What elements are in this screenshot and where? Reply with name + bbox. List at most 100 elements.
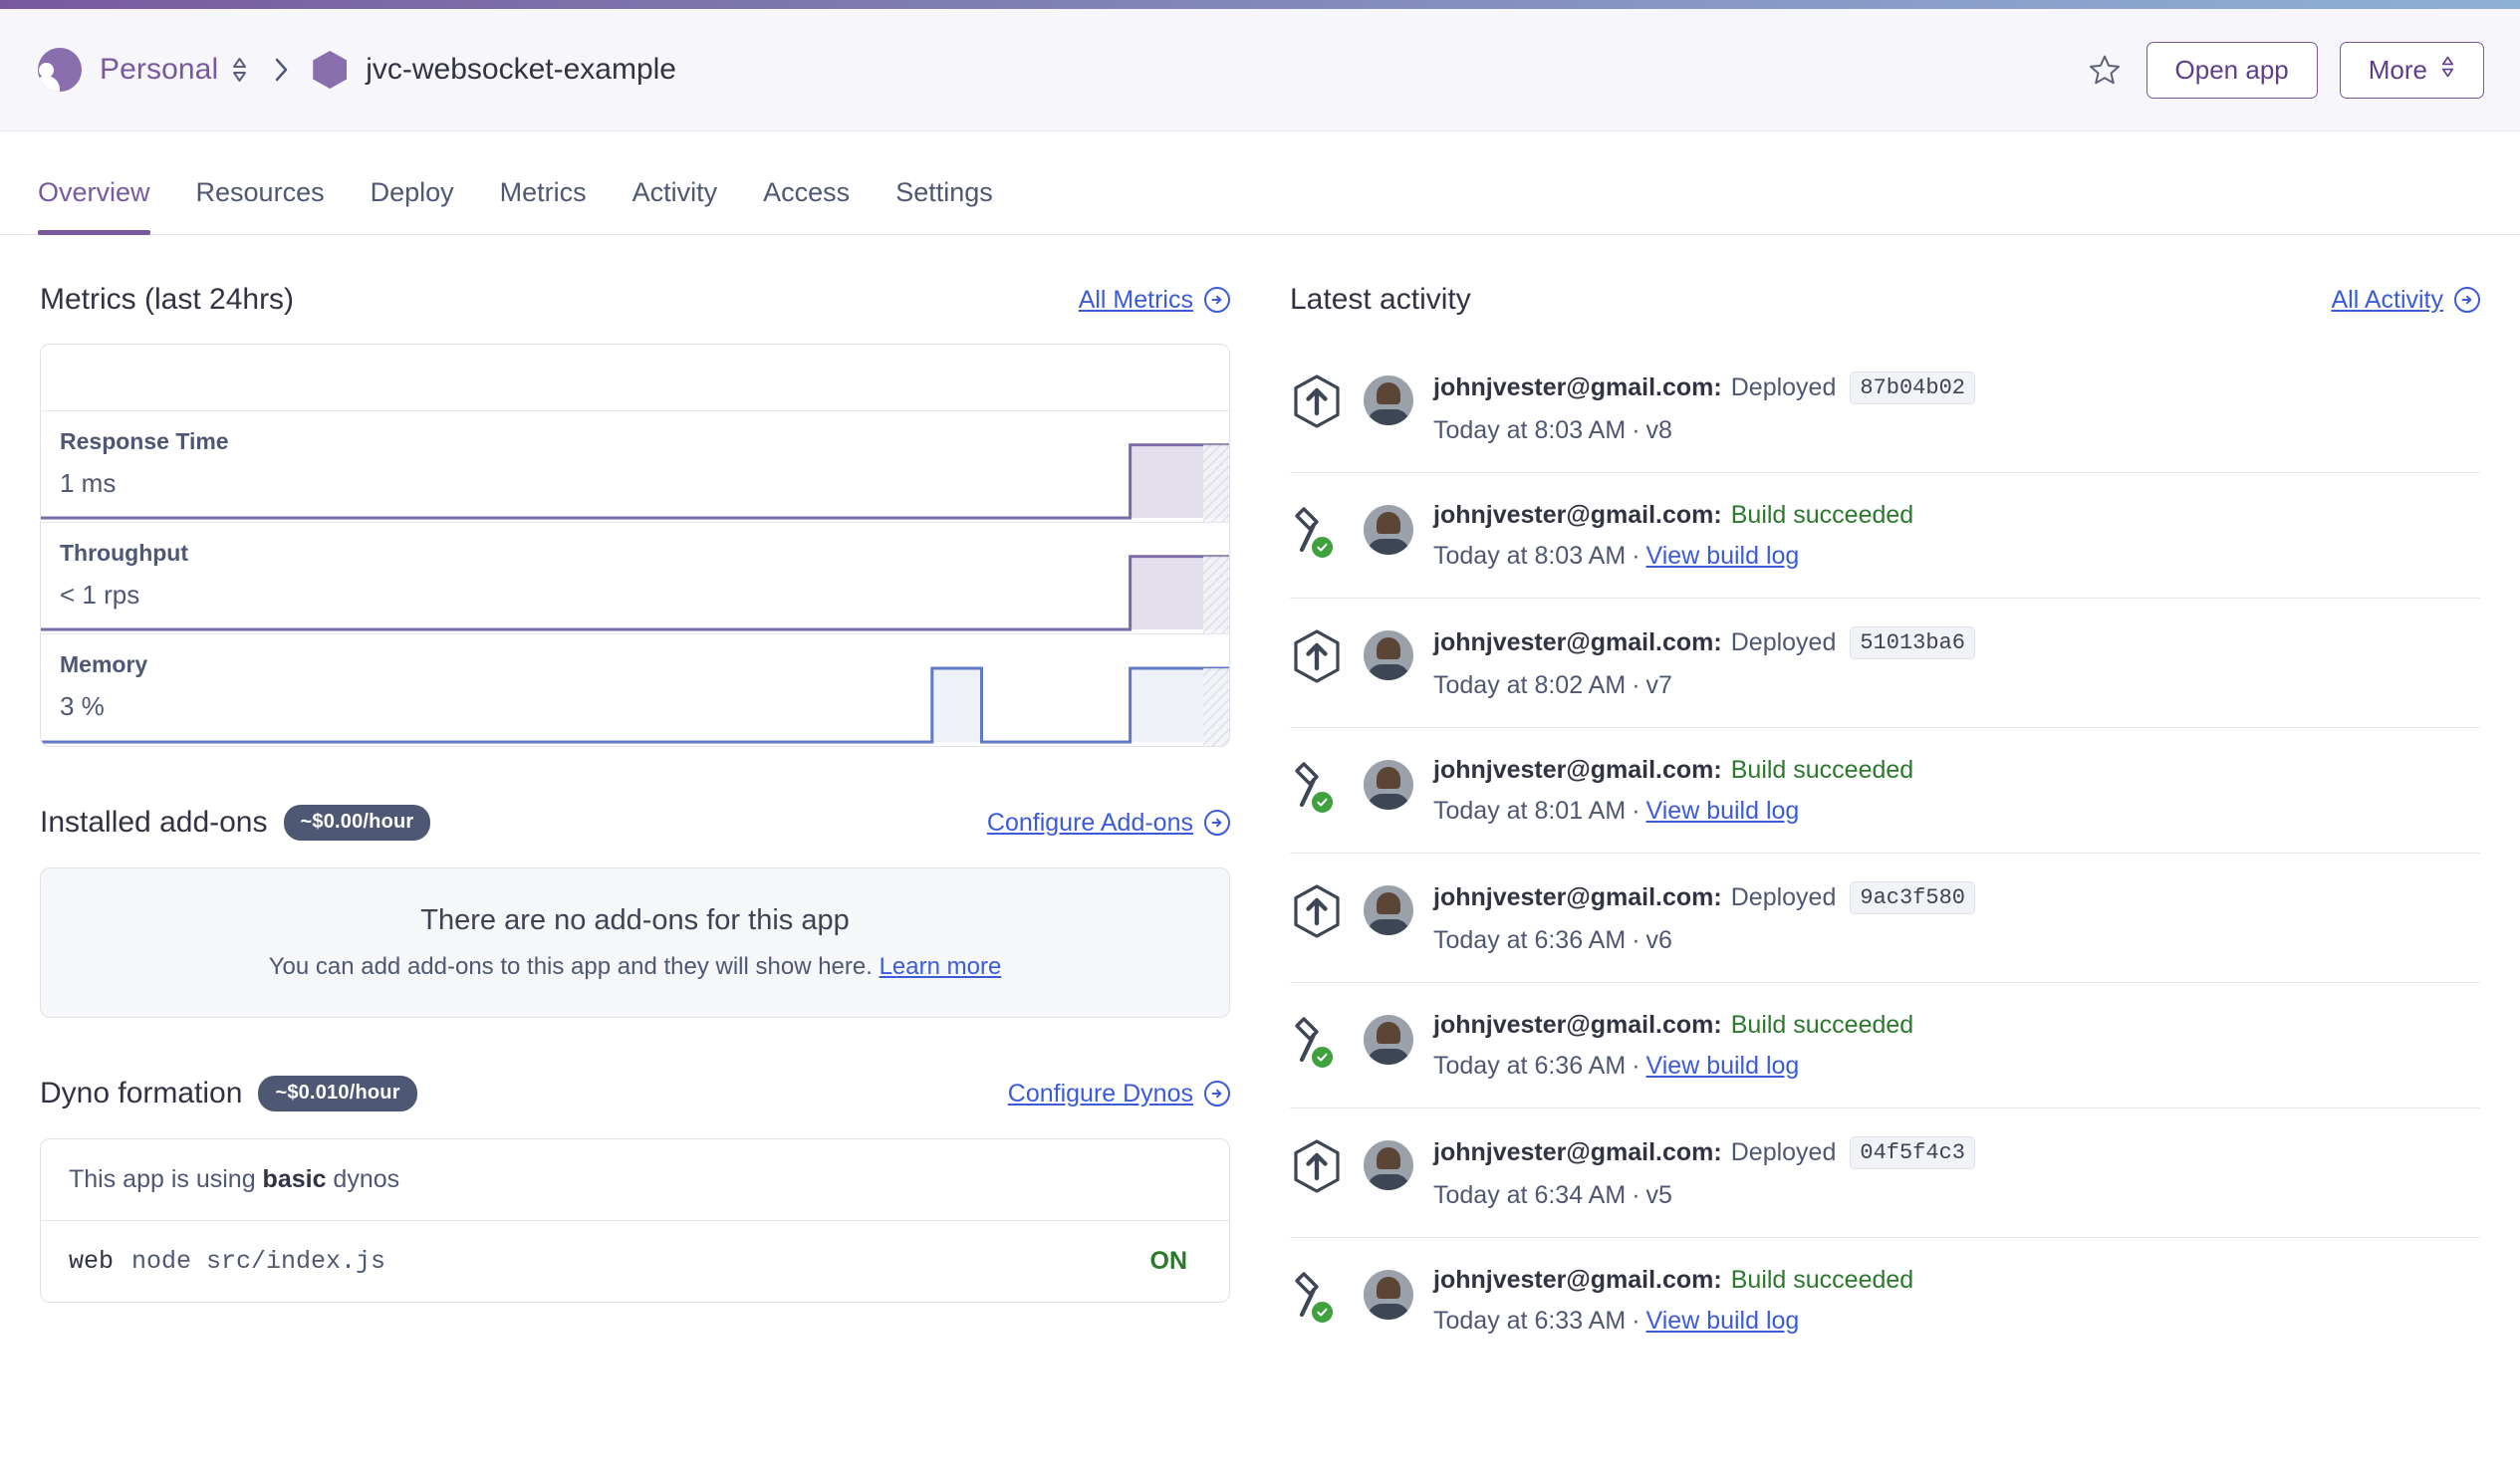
activity-timestamp: Today at 8:03 AM [1433,416,1627,444]
primary-tabs: Overview Resources Deploy Metrics Activity Ac… [0,131,2520,235]
commit-hash-badge[interactable]: 9ac3f580 [1850,881,1975,914]
avatar [1364,375,1413,425]
activity-user: johnjvester@gmail.com: [1433,373,1722,401]
deploy-hexagon-arrow-icon [1290,1138,1344,1194]
activity-user: johnjvester@gmail.com: [1433,1138,1722,1166]
all-metrics-link[interactable]: All Metrics [1079,286,1230,315]
activity-list: johnjvester@gmail.com: Deployed 87b04b02 To… [1290,344,2480,1362]
activity-verb: Build succeeded [1730,1266,1914,1294]
activity-headline: johnjvester@gmail.com: Deployed 87b04b02 [1433,371,1975,404]
build-hammer-icon [1290,503,1344,560]
activity-body: johnjvester@gmail.com: Build succeeded Tod… [1433,499,1913,571]
activity-body: johnjvester@gmail.com: Build succeeded Tod… [1433,1264,1913,1336]
breadcrumb-org-name[interactable]: Personal [100,53,218,87]
hexagon-app-icon [313,51,348,89]
activity-verb: Build succeeded [1730,756,1914,784]
configure-addons-label: Configure Add-ons [986,808,1193,837]
page-content: Metrics (last 24hrs) All Metrics Respons… [0,235,2520,1362]
metric-name: Memory [60,651,148,677]
chevron-up-down-icon[interactable] [231,56,248,84]
activity-meta: Today at 8:03 AM · View build log [1433,542,1913,571]
tab-activity[interactable]: Activity [610,177,741,234]
avatar [1364,505,1413,555]
view-build-log-link[interactable]: View build log [1646,797,1800,825]
tab-access[interactable]: Access [740,177,873,234]
deploy-hexagon-arrow-icon [1290,373,1344,429]
activity-timestamp: Today at 6:36 AM [1433,926,1627,954]
tab-settings[interactable]: Settings [873,177,1016,234]
activity-timestamp: Today at 8:03 AM [1433,542,1627,570]
meta-separator: · [1632,1307,1640,1335]
deploy-hexagon-arrow-icon [1290,883,1344,939]
tab-label: Deploy [370,177,454,207]
addons-cost-badge: ~$0.00/hour [283,805,431,841]
deploy-hexagon-arrow-icon [1290,628,1344,684]
view-build-log-link[interactable]: View build log [1646,1307,1800,1335]
open-app-button[interactable]: Open app [2145,41,2318,99]
activity-user: johnjvester@gmail.com: [1433,1266,1722,1294]
meta-separator: · [1632,926,1640,954]
configure-dynos-label: Configure Dynos [1007,1079,1193,1108]
activity-body: johnjvester@gmail.com: Deployed 9ac3f580 To… [1433,879,1975,955]
activity-headline: johnjvester@gmail.com: Build succeeded [1433,1266,1913,1295]
metric-rows: Response Time 1 ms Throughput < 1 rps Memory… [41,411,1229,746]
dyno-row[interactable]: web node src/index.js ON [41,1221,1229,1302]
release-version: v5 [1645,1181,1672,1209]
activity-verb: Build succeeded [1730,1011,1914,1039]
tab-metrics[interactable]: Metrics [477,177,610,234]
arrow-right-circle-icon [1204,287,1230,313]
commit-hash-badge[interactable]: 51013ba6 [1850,626,1975,659]
addons-empty-title: There are no add-ons for this app [420,904,850,936]
avatar [1364,1270,1413,1320]
activity-verb: Deployed [1730,373,1837,401]
page-title: jvc-websocket-example [366,53,676,86]
success-check-icon [1310,1300,1335,1325]
activity-headline: johnjvester@gmail.com: Deployed 9ac3f580 [1433,881,1975,914]
more-button[interactable]: More [2339,41,2484,99]
tab-deploy[interactable]: Deploy [348,177,477,234]
activity-headline: johnjvester@gmail.com: Deployed 04f5f4c3 [1433,1136,1975,1169]
metrics-section-header: Metrics (last 24hrs) All Metrics [40,283,1230,317]
metric-row[interactable]: Throughput < 1 rps [41,523,1229,634]
activity-verb: Deployed [1730,883,1837,911]
activity-timestamp: Today at 6:33 AM [1433,1307,1627,1335]
all-activity-label: All Activity [2331,285,2443,314]
commit-hash-badge[interactable]: 04f5f4c3 [1850,1136,1975,1169]
configure-addons-link[interactable]: Configure Add-ons [987,809,1230,838]
tab-overview[interactable]: Overview [38,177,173,235]
activity-meta: Today at 6:34 AM · v5 [1433,1181,1975,1210]
meta-separator: · [1632,416,1640,444]
activity-verb: Build succeeded [1730,501,1914,529]
build-hammer-icon [1290,1268,1344,1325]
build-hammer-icon [1290,1013,1344,1070]
addons-empty-subtitle-text: You can add add-ons to this app and they… [268,953,873,980]
configure-dynos-link[interactable]: Configure Dynos [1008,1080,1230,1108]
learn-more-link[interactable]: Learn more [880,953,1002,980]
left-column: Metrics (last 24hrs) All Metrics Respons… [40,283,1230,1362]
activity-item: johnjvester@gmail.com: Deployed 87b04b02 To… [1290,344,2480,473]
activity-user: johnjvester@gmail.com: [1433,883,1722,911]
metric-value: 1 ms [60,468,117,498]
activity-body: johnjvester@gmail.com: Deployed 04f5f4c3 To… [1433,1134,1975,1210]
metric-row[interactable]: Response Time 1 ms [41,411,1229,523]
chevron-right-icon [272,55,291,85]
all-activity-link[interactable]: All Activity [2331,286,2480,315]
activity-meta: Today at 6:36 AM · View build log [1433,1052,1913,1081]
brand-gradient-bar [0,0,2520,9]
view-build-log-link[interactable]: View build log [1646,1052,1800,1080]
breadcrumb: Personal jvc-websocket-example [38,48,2085,92]
activity-user: johnjvester@gmail.com: [1433,501,1722,529]
commit-hash-badge[interactable]: 87b04b02 [1850,371,1975,404]
metric-row[interactable]: Memory 3 % [41,634,1229,746]
star-outline-icon[interactable] [2085,50,2125,90]
activity-timestamp: Today at 8:01 AM [1433,797,1627,825]
activity-section-header: Latest activity All Activity [1290,283,2480,317]
arrow-right-circle-icon [1204,1081,1230,1107]
metrics-card-header [41,345,1229,411]
tab-label: Access [763,177,851,207]
tab-resources[interactable]: Resources [173,177,348,234]
dyno-plan-note: This app is using basic dynos [41,1139,1229,1221]
view-build-log-link[interactable]: View build log [1646,542,1800,570]
release-version: v7 [1645,671,1672,699]
dynos-section-header: Dyno formation ~$0.010/hour Configure Dy… [40,1076,1230,1111]
